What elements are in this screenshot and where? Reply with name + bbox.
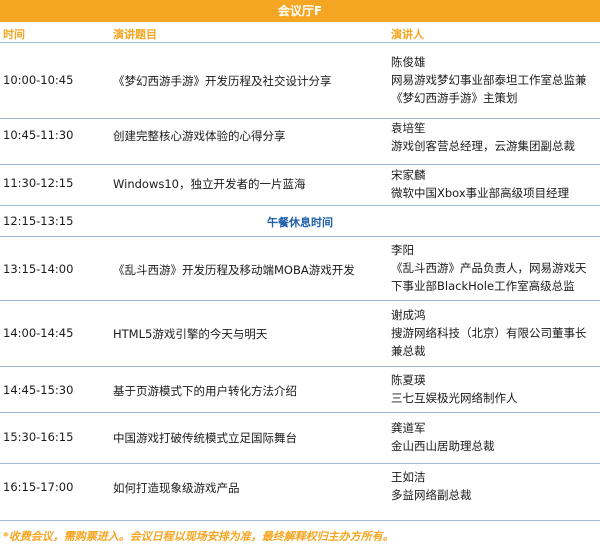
header-topic: 演讲题目 xyxy=(113,28,157,41)
speaker-name: 龚道军 xyxy=(391,421,426,435)
session-speaker: 龚道军 金山西山居助理总裁 xyxy=(391,419,596,455)
session-time: 11:30-12:15 xyxy=(3,176,74,190)
table-row: 13:15-14:00 《乱斗西游》开发历程及移动端MOBA游戏开发 李阳 《乱… xyxy=(0,237,600,301)
speaker-name: 王如洁 xyxy=(391,470,426,484)
table-row-lunch: 12:15-13:15 午餐休息时间 xyxy=(0,206,600,237)
session-speaker: 王如洁 多益网络副总裁 xyxy=(391,468,596,504)
speaker-name: 陈俊雄 xyxy=(391,55,426,69)
speaker-title: 三七互娱极光网络制作人 xyxy=(391,391,518,405)
speaker-title: 游戏创客营总经理，云游集团副总裁 xyxy=(391,139,575,153)
session-topic: 中国游戏打破传统模式立足国际舞台 xyxy=(113,431,297,445)
session-speaker: 陈夏瑛 三七互娱极光网络制作人 xyxy=(391,371,596,407)
session-topic: 如何打造现象级游戏产品 xyxy=(113,481,240,495)
speaker-title: 微软中国Xbox事业部高级项目经理 xyxy=(391,186,570,200)
table-row: 11:30-12:15 Windows10，独立开发者的一片蓝海 宋家麟 微软中… xyxy=(0,165,600,206)
session-topic: 《梦幻西游手游》开发历程及社交设计分享 xyxy=(113,74,332,88)
header-time: 时间 xyxy=(3,28,25,41)
session-topic: 创建完整核心游戏体验的心得分享 xyxy=(113,129,286,143)
table-row: 16:15-17:00 如何打造现象级游戏产品 王如洁 多益网络副总裁 xyxy=(0,464,600,521)
session-topic: Windows10，独立开发者的一片蓝海 xyxy=(113,177,306,191)
session-time: 15:30-16:15 xyxy=(3,430,74,444)
table-row: 10:00-10:45 《梦幻西游手游》开发历程及社交设计分享 陈俊雄 网易游戏… xyxy=(0,43,600,119)
hall-title: 会议厅F xyxy=(0,0,600,22)
lunch-break-label: 午餐休息时间 xyxy=(267,216,333,229)
session-topic: HTML5游戏引擎的今天与明天 xyxy=(113,327,268,341)
session-time: 10:00-10:45 xyxy=(3,73,74,87)
header-speaker: 演讲人 xyxy=(391,28,424,41)
speaker-name: 宋家麟 xyxy=(391,168,426,182)
speaker-title: 《乱斗西游》产品负责人，网易游戏天下事业部BlackHole工作室高级总监 xyxy=(391,261,587,293)
speaker-title: 多益网络副总裁 xyxy=(391,488,472,502)
table-header: 时间 演讲题目 演讲人 xyxy=(0,22,600,43)
speaker-name: 袁培笙 xyxy=(391,121,426,135)
footnote: *收费会议，需购票进入。会议日程以现场安排为准，最终解释权归主办方所有。 xyxy=(3,530,394,543)
table-row: 14:45-15:30 基于页游模式下的用户转化方法介绍 陈夏瑛 三七互娱极光网… xyxy=(0,367,600,413)
session-speaker: 宋家麟 微软中国Xbox事业部高级项目经理 xyxy=(391,166,596,202)
session-time: 13:15-14:00 xyxy=(3,262,74,276)
speaker-title: 金山西山居助理总裁 xyxy=(391,439,495,453)
session-speaker: 陈俊雄 网易游戏梦幻事业部泰坦工作室总监兼《梦幻西游手游》主策划 xyxy=(391,53,596,107)
session-topic: 《乱斗西游》开发历程及移动端MOBA游戏开发 xyxy=(113,263,355,277)
session-time: 16:15-17:00 xyxy=(3,480,74,494)
session-speaker: 谢成鸿 搜游网络科技（北京）有限公司董事长兼总裁 xyxy=(391,306,596,360)
speaker-name: 谢成鸿 xyxy=(391,308,426,322)
table-row: 15:30-16:15 中国游戏打破传统模式立足国际舞台 龚道军 金山西山居助理… xyxy=(0,413,600,464)
speaker-title: 搜游网络科技（北京）有限公司董事长兼总裁 xyxy=(391,326,587,358)
session-time: 10:45-11:30 xyxy=(3,128,74,142)
speaker-name: 陈夏瑛 xyxy=(391,373,426,387)
table-row: 10:45-11:30 创建完整核心游戏体验的心得分享 袁培笙 游戏创客营总经理… xyxy=(0,119,600,165)
session-time: 14:00-14:45 xyxy=(3,326,74,340)
session-topic: 基于页游模式下的用户转化方法介绍 xyxy=(113,384,297,398)
table-row: 14:00-14:45 HTML5游戏引擎的今天与明天 谢成鸿 搜游网络科技（北… xyxy=(0,301,600,367)
session-speaker: 李阳 《乱斗西游》产品负责人，网易游戏天下事业部BlackHole工作室高级总监 xyxy=(391,241,596,295)
session-speaker: 袁培笙 游戏创客营总经理，云游集团副总裁 xyxy=(391,119,596,155)
speaker-title: 网易游戏梦幻事业部泰坦工作室总监兼《梦幻西游手游》主策划 xyxy=(391,73,587,105)
session-time: 14:45-15:30 xyxy=(3,383,74,397)
speaker-name: 李阳 xyxy=(391,243,414,257)
